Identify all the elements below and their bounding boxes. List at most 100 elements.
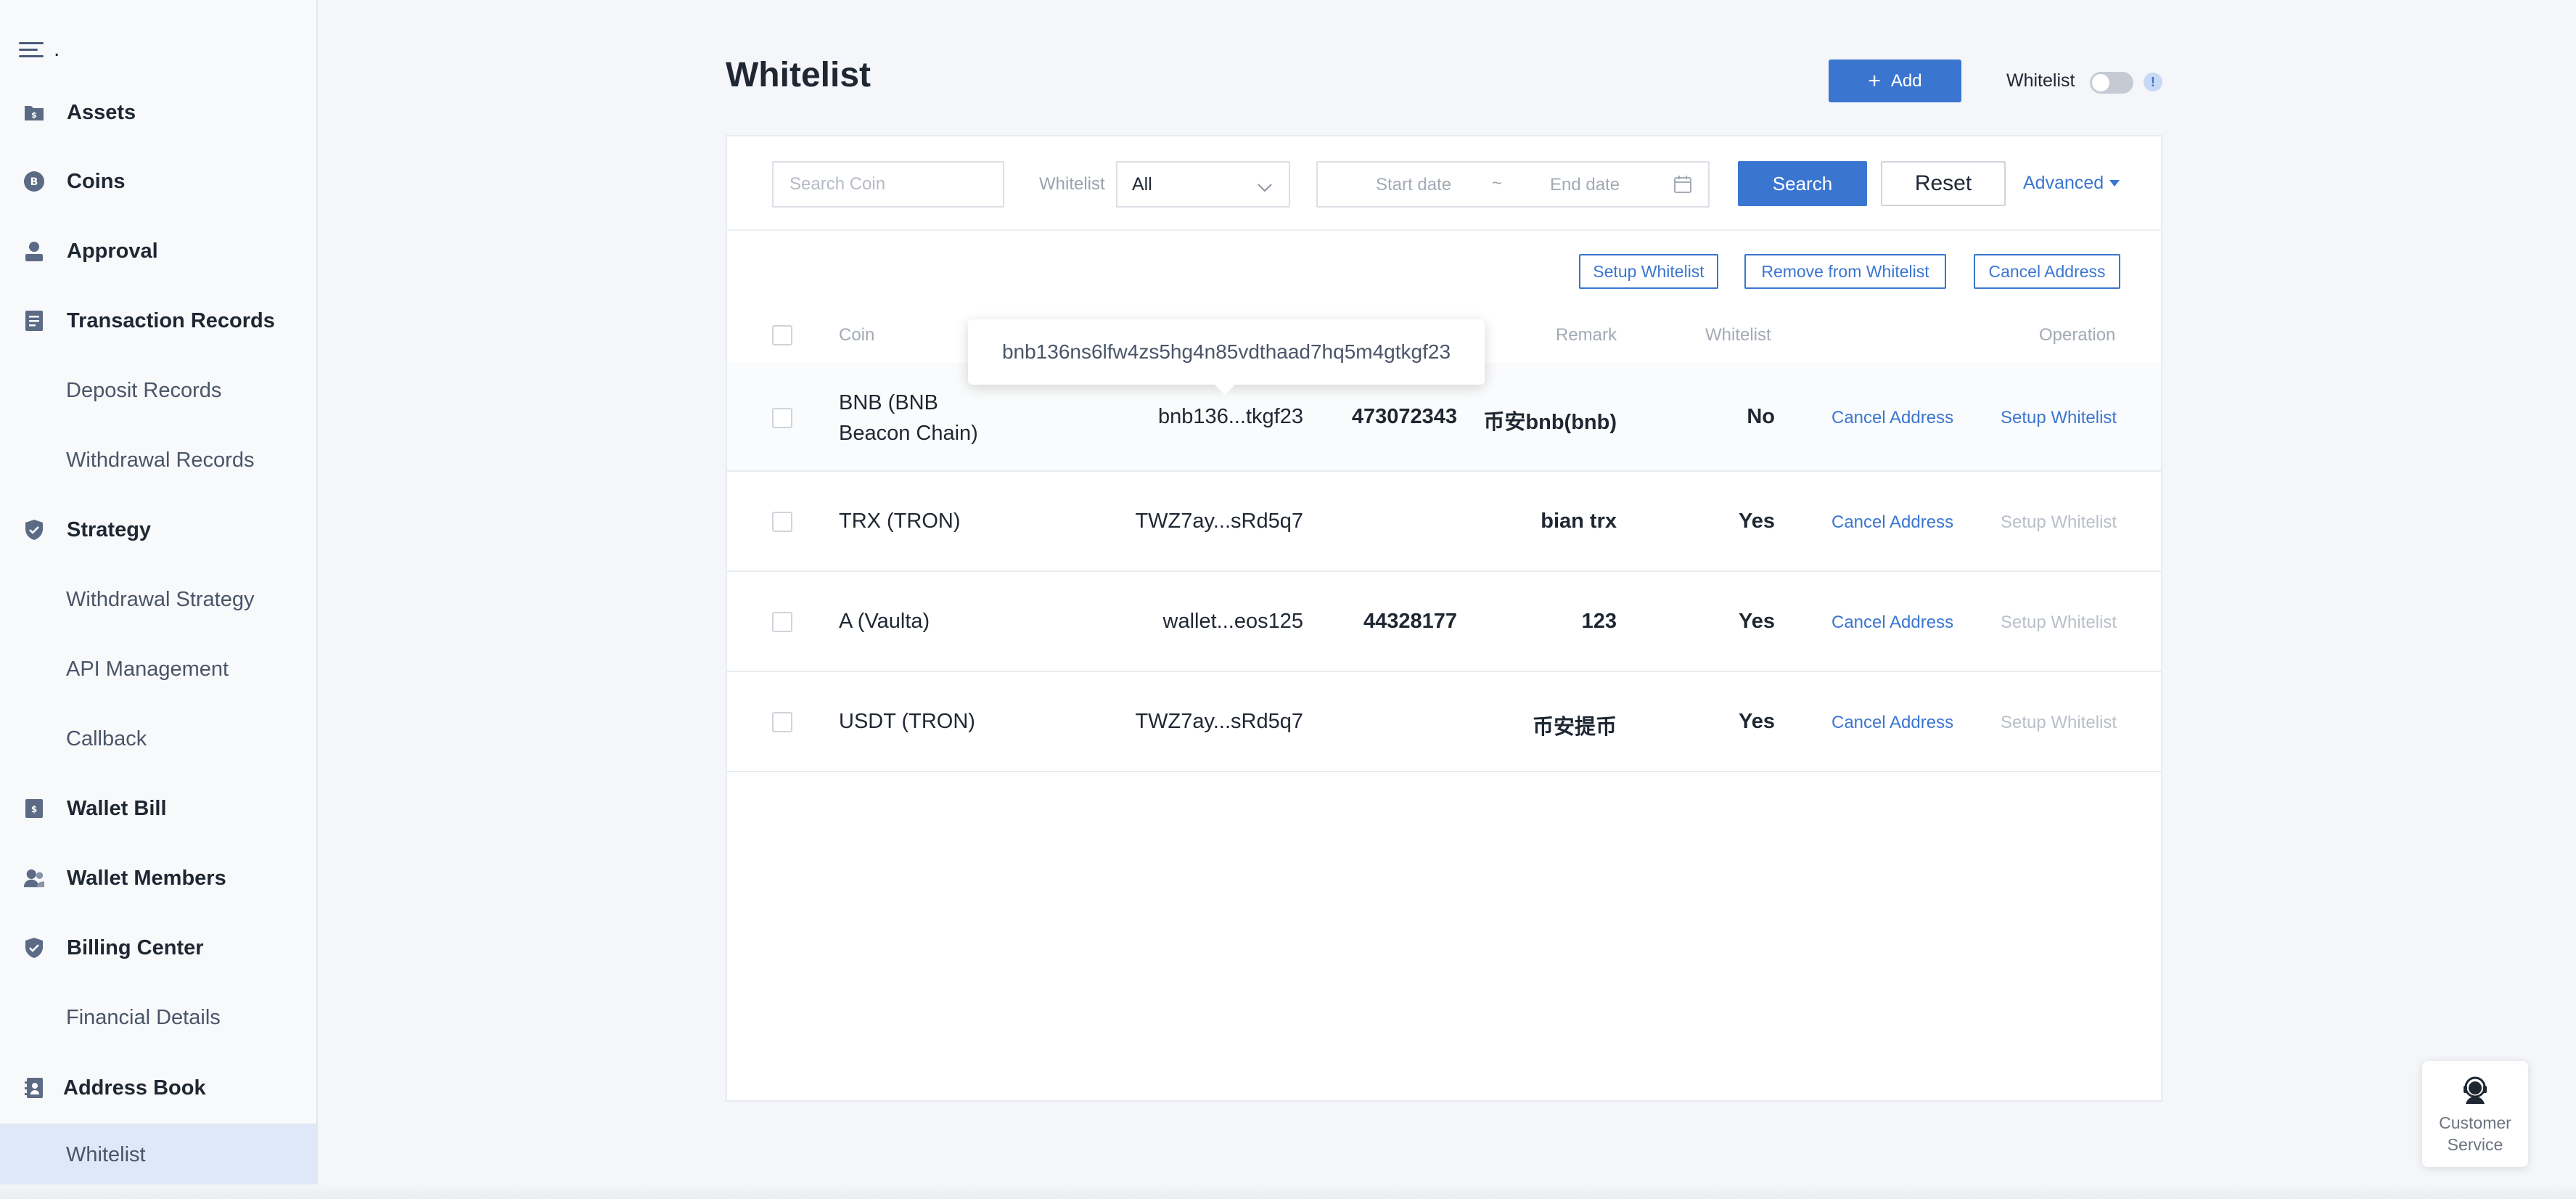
sidebar-item-label: Address Book xyxy=(63,1076,206,1100)
row-checkbox[interactable] xyxy=(772,712,792,732)
sidebar-item-billing-center[interactable]: Billing Center xyxy=(0,913,316,983)
sidebar-item-withdrawal-strategy[interactable]: Withdrawal Strategy xyxy=(0,565,316,634)
end-date-field[interactable]: End date xyxy=(1550,175,1620,195)
customer-service-icon xyxy=(2460,1074,2490,1108)
plus-icon: + xyxy=(1868,68,1881,93)
address-cell[interactable]: TWZ7ay...sRd5q7 xyxy=(1135,710,1303,734)
table-row[interactable]: USDT (TRON) TWZ7ay...sRd5q7 币安提币 Yes Can… xyxy=(727,672,2161,772)
sidebar-item-wallet-bill[interactable]: $ Wallet Bill xyxy=(0,774,316,843)
svg-text:B: B xyxy=(30,176,38,188)
column-header-remark: Remark xyxy=(1556,325,1617,345)
address-book-icon xyxy=(23,1077,45,1099)
sidebar-item-api-management[interactable]: API Management xyxy=(0,634,316,704)
remark-cell: bian trx xyxy=(1541,510,1617,533)
coin-name: USDT (TRON) xyxy=(839,710,975,733)
sidebar-item-label: Callback xyxy=(66,727,147,750)
address-cell[interactable]: wallet...eos125 xyxy=(1163,610,1303,634)
row-checkbox[interactable] xyxy=(772,612,792,632)
column-header-operation: Operation xyxy=(2039,325,2116,345)
whitelist-filter-label: Whitelist xyxy=(1039,174,1105,194)
sidebar-item-financial-details[interactable]: Financial Details xyxy=(0,983,316,1052)
sidebar-item-coins[interactable]: B Coins xyxy=(0,147,316,216)
column-header-whitelist: Whitelist xyxy=(1705,325,1771,345)
search-coin-input[interactable] xyxy=(772,161,1004,208)
remark-cell: 币安bnb(bnb) xyxy=(1483,411,1617,434)
sidebar-item-label: Withdrawal Strategy xyxy=(66,587,255,611)
sidebar-item-label: Whitelist xyxy=(66,1142,146,1166)
wallet-bill-icon: $ xyxy=(23,798,45,819)
add-button-label: Add xyxy=(1890,70,1922,91)
add-button[interactable]: + Add xyxy=(1829,60,1961,102)
setup-whitelist-button[interactable]: Setup Whitelist xyxy=(1579,254,1718,289)
sidebar-item-label: Coins xyxy=(67,169,126,193)
row-setup-whitelist-link: Setup Whitelist xyxy=(2001,613,2117,632)
page-bottom-edge xyxy=(0,1184,2576,1199)
row-cancel-address-link[interactable]: Cancel Address xyxy=(1831,512,1953,533)
reset-button[interactable]: Reset xyxy=(1881,161,2006,206)
sidebar-item-label: Transaction Records xyxy=(67,308,275,332)
coin-cell: BNB (BNB Beacon Chain) xyxy=(839,388,978,449)
sidebar-item-withdrawal-records[interactable]: Withdrawal Records xyxy=(0,425,316,495)
menu-collapse-icon[interactable] xyxy=(19,41,44,58)
sidebar-item-strategy[interactable]: Strategy xyxy=(0,495,316,565)
row-setup-whitelist-link: Setup Whitelist xyxy=(2001,512,2117,532)
row-setup-whitelist-link[interactable]: Setup Whitelist xyxy=(2001,408,2117,428)
date-range-picker[interactable]: Start date ~ End date xyxy=(1316,161,1710,208)
cancel-address-button[interactable]: Cancel Address xyxy=(1974,254,2120,289)
row-cancel-address-link[interactable]: Cancel Address xyxy=(1831,408,1953,428)
address-tooltip: bnb136ns6lfw4zs5hg4n85vdthaad7hq5m4gtkgf… xyxy=(968,319,1485,395)
whitelist-status-cell: Yes xyxy=(1739,710,1775,733)
row-checkbox[interactable] xyxy=(772,408,792,428)
whitelist-card: Whitelist All Start date ~ End date Sear… xyxy=(726,135,2162,1102)
wallet-members-icon xyxy=(23,867,45,889)
approval-icon xyxy=(23,240,45,262)
sidebar-item-deposit-records[interactable]: Deposit Records xyxy=(0,356,316,425)
sidebar-item-whitelist[interactable]: Whitelist xyxy=(0,1124,316,1186)
advanced-filter-toggle[interactable]: Advanced xyxy=(2023,173,2120,194)
sidebar-item-label: Billing Center xyxy=(67,936,204,959)
info-icon[interactable]: ! xyxy=(2144,73,2162,91)
address-cell[interactable]: bnb136...tkgf23 xyxy=(1158,405,1303,429)
chevron-down-icon xyxy=(1257,177,1273,198)
start-date-field[interactable]: Start date xyxy=(1376,175,1451,195)
whitelist-filter-select[interactable]: All xyxy=(1116,161,1290,208)
memo-cell: 473072343 xyxy=(1351,405,1457,428)
table-row[interactable]: A (Vaulta) wallet...eos125 44328177 123 … xyxy=(727,572,2161,672)
billing-center-icon xyxy=(23,937,45,959)
whitelist-toggle[interactable] xyxy=(2090,72,2133,94)
whitelist-status-cell: Yes xyxy=(1739,610,1775,633)
sidebar-item-label: Assets xyxy=(67,100,136,124)
row-cancel-address-link[interactable]: Cancel Address xyxy=(1831,713,1953,733)
sidebar-item-callback[interactable]: Callback xyxy=(0,704,316,774)
sidebar-item-approval[interactable]: Approval xyxy=(0,216,316,286)
address-cell[interactable]: TWZ7ay...sRd5q7 xyxy=(1135,510,1303,533)
svg-text:$: $ xyxy=(31,110,37,120)
sidebar-item-transaction-records[interactable]: Transaction Records xyxy=(0,286,316,356)
coin-name: TRX (TRON) xyxy=(839,510,961,533)
search-button[interactable]: Search xyxy=(1738,161,1867,206)
coins-icon: B xyxy=(23,171,45,192)
sidebar-item-label: Financial Details xyxy=(66,1005,221,1029)
filter-bar: Whitelist All Start date ~ End date Sear… xyxy=(727,136,2161,231)
customer-service-label-line1: Customer xyxy=(2439,1113,2511,1132)
table-row[interactable]: TRX (TRON) TWZ7ay...sRd5q7 bian trx Yes … xyxy=(727,472,2161,572)
advanced-label: Advanced xyxy=(2023,173,2104,193)
sidebar-item-address-book[interactable]: Address Book xyxy=(0,1053,316,1123)
assets-icon: $ xyxy=(23,102,45,123)
column-header-coin: Coin xyxy=(839,325,875,345)
sidebar-item-wallet-members[interactable]: Wallet Members xyxy=(0,843,316,913)
customer-service-label-line2: Service xyxy=(2447,1135,2503,1154)
sidebar-item-assets[interactable]: $ Assets xyxy=(0,78,316,147)
row-cancel-address-link[interactable]: Cancel Address xyxy=(1831,613,1953,633)
row-setup-whitelist-link: Setup Whitelist xyxy=(2001,713,2117,732)
remark-cell: 123 xyxy=(1581,610,1617,633)
select-all-checkbox[interactable] xyxy=(772,325,792,345)
customer-service-label: Customer Service xyxy=(2422,1112,2528,1155)
sidebar-item-label: API Management xyxy=(66,657,229,681)
remove-from-whitelist-button[interactable]: Remove from Whitelist xyxy=(1744,254,1946,289)
row-checkbox[interactable] xyxy=(772,512,792,532)
calendar-icon xyxy=(1673,175,1692,199)
coin-chain: Beacon Chain) xyxy=(839,422,978,445)
customer-service-button[interactable]: Customer Service xyxy=(2422,1061,2528,1167)
sidebar-item-label: Wallet Members xyxy=(67,866,226,890)
